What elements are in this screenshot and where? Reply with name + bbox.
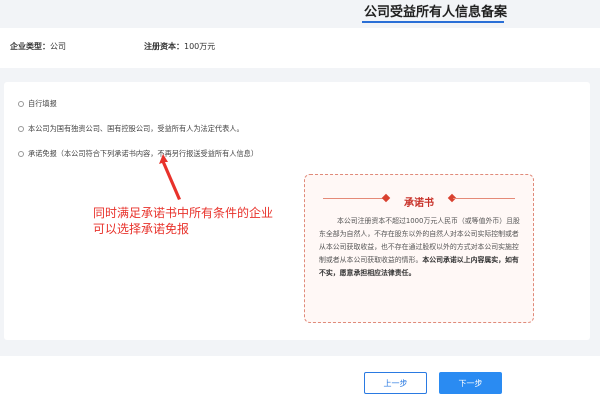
- next-step-button[interactable]: 下一步: [439, 372, 502, 394]
- radio-state-owned[interactable]: [18, 126, 24, 132]
- option-state-owned-label: 本公司为国有独资公司、国有控股公司，受益所有人为法定代表人。: [28, 124, 244, 133]
- title-bar: 公司受益所有人信息备案: [0, 0, 600, 26]
- page-title: 公司受益所有人信息备案: [364, 5, 508, 20]
- company-type-field: 企业类型：公司: [10, 41, 66, 52]
- option-pledge-exempt-label: 承诺免报（本公司符合下列承诺书内容，不再另行报送受益所有人信息）: [28, 149, 259, 158]
- company-type-value: 公司: [50, 42, 66, 51]
- company-info-panel: 企业类型：公司 注册资本：100万元: [0, 28, 600, 68]
- pledge-body: 本公司注册资本不超过1000万元人民币（或等值外币）且股东全部为自然人，不存在股…: [319, 215, 523, 280]
- title-underline: [362, 21, 504, 23]
- pledge-card: 承诺书 本公司注册资本不超过1000万元人民币（或等值外币）且股东全部为自然人，…: [304, 174, 534, 323]
- annotation-arrow-icon: [159, 154, 181, 200]
- annotation-line-1: 同时满足承诺书中所有条件的企业: [93, 206, 274, 220]
- diamond-left-icon: [381, 193, 391, 203]
- registered-capital-label: 注册资本：: [144, 42, 184, 51]
- heading-divider-left: [323, 198, 385, 199]
- footer-actions: 上一步 下一步: [0, 356, 600, 402]
- company-type-label: 企业类型：: [10, 42, 50, 51]
- option-pledge-exempt[interactable]: 承诺免报（本公司符合下列承诺书内容，不再另行报送受益所有人信息）: [18, 149, 258, 159]
- option-self-report[interactable]: 自行填报: [18, 99, 57, 109]
- option-state-owned[interactable]: 本公司为国有独资公司、国有控股公司，受益所有人为法定代表人。: [18, 124, 244, 134]
- radio-self-report[interactable]: [18, 101, 24, 107]
- pledge-heading: 承诺书: [305, 191, 533, 209]
- heading-divider-right: [453, 198, 515, 199]
- pledge-heading-text: 承诺书: [404, 198, 434, 209]
- registered-capital-value: 100万元: [184, 42, 216, 51]
- option-self-report-label: 自行填报: [28, 99, 57, 108]
- annotation-line-2: 可以选择承诺免报: [93, 222, 190, 236]
- annotation-note: 同时满足承诺书中所有条件的企业 可以选择承诺免报: [93, 205, 293, 237]
- registered-capital-field: 注册资本：100万元: [144, 41, 215, 52]
- previous-step-button[interactable]: 上一步: [364, 372, 427, 394]
- radio-pledge-exempt[interactable]: [18, 151, 24, 157]
